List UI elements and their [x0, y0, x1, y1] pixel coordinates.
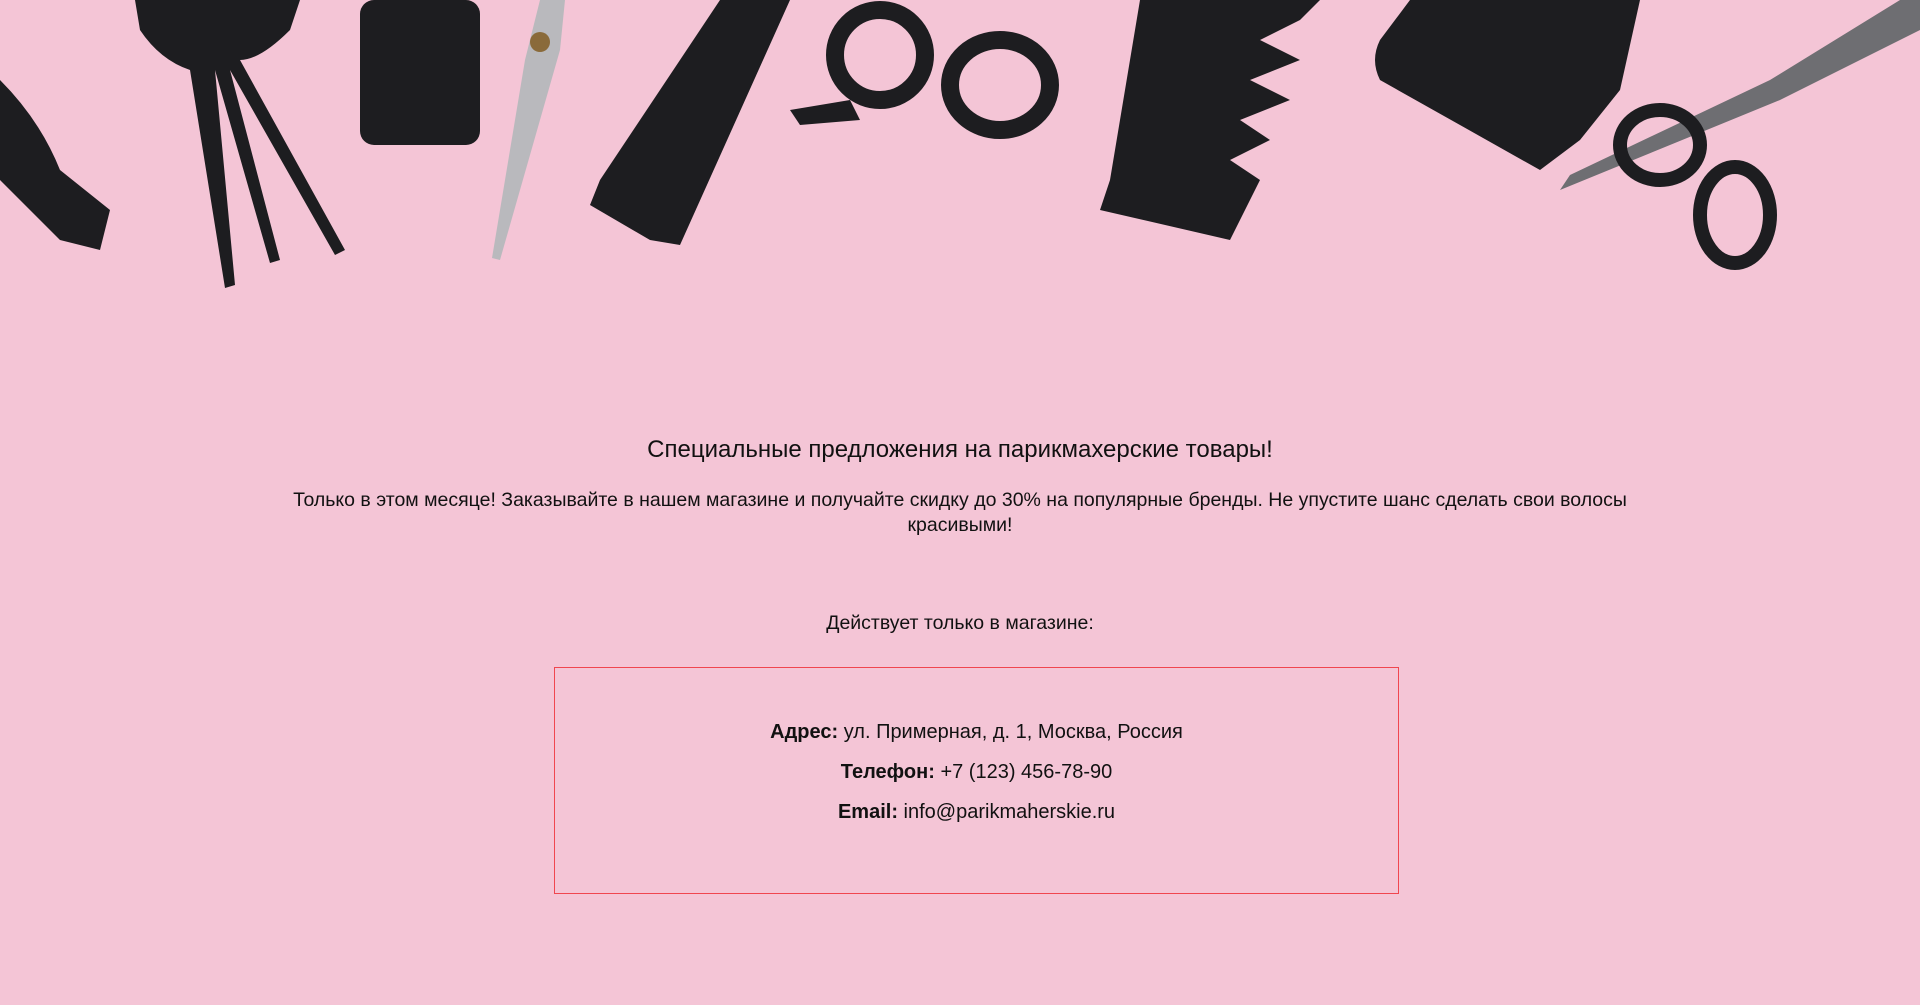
- promo-description: Только в этом месяце! Заказывайте в наше…: [293, 489, 1627, 536]
- address-value: ул. Примерная, д. 1, Москва, Россия: [843, 721, 1183, 743]
- address-label: Адрес:: [770, 721, 839, 743]
- fork-comb-icon: [135, 0, 345, 288]
- scissors-icon: [492, 0, 565, 260]
- scissors-icon: [790, 1, 1059, 139]
- phone-label: Телефон:: [840, 761, 935, 783]
- email-row: Email: info@parikmaherskie.ru: [555, 801, 1398, 824]
- promo-title: Специальные предложения на парикмахерски…: [647, 436, 1273, 463]
- email-value: info@parikmaherskie.ru: [903, 801, 1116, 823]
- address-row: Адрес: ул. Примерная, д. 1, Москва, Росс…: [555, 721, 1398, 744]
- promo-note: Действует только в магазине:: [826, 612, 1094, 634]
- phone-value: +7 (123) 456-78-90: [940, 761, 1113, 783]
- phone-row: Телефон: +7 (123) 456-78-90: [555, 761, 1398, 784]
- clipper-icon: [1375, 0, 1640, 170]
- contact-box: Адрес: ул. Примерная, д. 1, Москва, Росс…: [554, 667, 1399, 894]
- hero-tools-image: [0, 0, 1920, 288]
- email-label: Email:: [837, 801, 898, 823]
- hair-dryer-icon: [0, 80, 110, 250]
- comb-icon: [360, 0, 480, 145]
- comb-icon: [590, 0, 790, 245]
- wide-comb-icon: [1100, 0, 1320, 240]
